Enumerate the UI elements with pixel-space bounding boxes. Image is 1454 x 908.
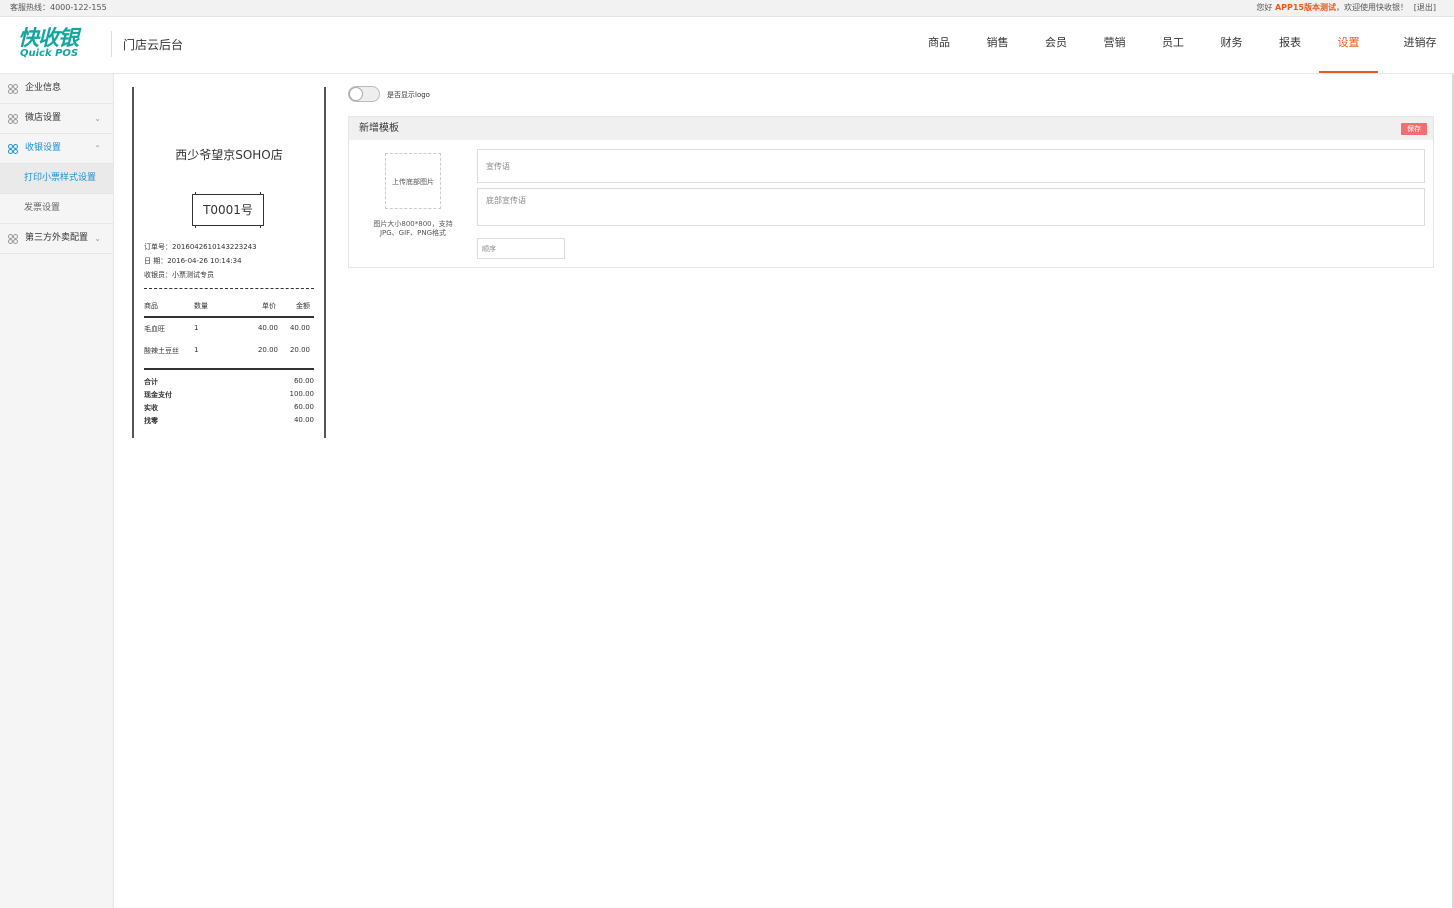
- receipt-table-number: T0001号: [192, 192, 264, 228]
- toggle-knob: [349, 87, 363, 101]
- sidebar: 企业信息 微店设置 ⌄ 收银设置 ⌃ 打印小票样式设置 发票设置 第三方外卖配置…: [0, 74, 114, 908]
- panel-title: 新增模板: [359, 123, 399, 134]
- panel-header: 新增模板: [349, 117, 1433, 140]
- receipt-header-qty: 数量: [194, 302, 208, 310]
- sidebar-item-company-info[interactable]: 企业信息: [0, 74, 113, 104]
- sidebar-item-label: 第三方外卖配置: [25, 233, 89, 243]
- hotline-label: 客服热线：: [10, 3, 50, 12]
- main-nav: 商品 销售 会员 营销 员工 财务 报表 设置 进销存: [910, 17, 1454, 73]
- nav-item-staff[interactable]: 员工: [1144, 17, 1202, 73]
- grid-icon: [8, 84, 18, 94]
- header: 快收银 Quick POS 门店云后台 商品 销售 会员 营销 员工 财务 报表…: [0, 17, 1454, 74]
- receipt-row-item: 毛血旺: [144, 325, 165, 333]
- receipt-total-value: 40.00: [293, 416, 314, 424]
- receipt-rule: [144, 368, 314, 370]
- grid-icon: [8, 144, 18, 154]
- receipt-cashier: 收银员：小票测试专员: [144, 271, 214, 279]
- receipt-date: 日 期：2016-04-26 10:14:34: [144, 257, 242, 265]
- receipt-preview: 西少爷望京SOHO店 T0001号 订单号：201604261014322324…: [132, 87, 326, 438]
- receipt-total-label: 现金支付: [144, 391, 172, 399]
- nav-item-sales[interactable]: 销售: [968, 17, 1027, 73]
- receipt-row-price: 20.00: [257, 346, 278, 354]
- receipt-total-label: 找零: [144, 417, 158, 425]
- receipt-order-no: 订单号：2016042610143223243: [144, 243, 257, 251]
- nav-gap: [1378, 17, 1386, 73]
- nav-item-inventory[interactable]: 进销存: [1386, 17, 1454, 73]
- sidebar-subitem-invoice[interactable]: 发票设置: [0, 194, 113, 224]
- upload-hint-line2: JPG、GIF、PNG格式: [379, 229, 447, 237]
- nav-item-members[interactable]: 会员: [1027, 17, 1085, 73]
- save-button[interactable]: 保存: [1401, 123, 1427, 135]
- receipt-total-value: 60.00: [293, 377, 314, 385]
- nav-item-marketing[interactable]: 营销: [1085, 17, 1144, 73]
- hotline: 客服热线：4000-122-155: [10, 0, 107, 16]
- sidebar-item-takeout-config[interactable]: 第三方外卖配置 ⌄: [0, 224, 113, 254]
- top-info-bar: 客服热线：4000-122-155 您好 APP15版本测试，欢迎使用快收银！ …: [0, 0, 1454, 17]
- receipt-row-amount: 40.00: [289, 324, 310, 332]
- show-logo-label: 是否显示logo: [387, 91, 430, 99]
- grid-icon: [8, 234, 18, 244]
- receipt-row-qty: 1: [194, 346, 199, 354]
- logo[interactable]: 快收银 Quick POS: [18, 27, 108, 67]
- receipt-dashed-divider: [144, 288, 314, 289]
- hotline-number: 4000-122-155: [50, 3, 107, 12]
- show-logo-toggle[interactable]: [348, 86, 380, 102]
- slogan-input[interactable]: [477, 149, 1425, 183]
- sidebar-item-cashier-settings[interactable]: 收银设置 ⌃: [0, 134, 113, 164]
- sidebar-item-label: 微店设置: [25, 113, 62, 123]
- receipt-total-value: 60.00: [293, 403, 314, 411]
- order-input[interactable]: [477, 238, 565, 259]
- receipt-header-price: 单价: [262, 302, 276, 310]
- greeting: 您好 APP15版本测试，欢迎使用快收银！: [1256, 0, 1408, 16]
- receipt-row-price: 40.00: [257, 324, 278, 332]
- page-title: 门店云后台: [123, 38, 184, 52]
- nav-item-settings[interactable]: 设置: [1319, 17, 1378, 73]
- sidebar-subitem-receipt-style[interactable]: 打印小票样式设置: [0, 164, 113, 194]
- greeting-prefix: 您好: [1256, 3, 1275, 12]
- receipt-row-amount: 20.00: [289, 346, 310, 354]
- upload-hint-line1: 图片大小800*800，支持: [373, 220, 453, 228]
- receipt-total-label: 实收: [144, 404, 158, 412]
- bottom-slogan-input[interactable]: [477, 188, 1425, 226]
- nav-item-products[interactable]: 商品: [910, 17, 968, 73]
- sidebar-item-label: 企业信息: [25, 83, 62, 93]
- user-name: APP15版本测试: [1274, 3, 1336, 12]
- new-template-panel: 新增模板 保存 上传底部图片 图片大小800*800，支持 JPG、GIF、PN…: [348, 116, 1434, 268]
- receipt-header-amount: 金额: [296, 302, 310, 310]
- chevron-down-icon: ⌄: [94, 234, 101, 243]
- receipt-row-qty: 1: [194, 324, 199, 332]
- upload-bottom-image-button[interactable]: 上传底部图片: [385, 153, 441, 209]
- nav-item-reports[interactable]: 报表: [1261, 17, 1319, 73]
- receipt-header-item: 商品: [144, 302, 158, 310]
- greeting-suffix: ，欢迎使用快收银！: [1336, 3, 1408, 12]
- sidebar-item-label: 收银设置: [25, 143, 62, 153]
- chevron-up-icon: ⌃: [94, 144, 101, 153]
- receipt-row-item: 酸辣土豆丝: [144, 347, 179, 355]
- receipt-total-label: 合计: [144, 378, 158, 386]
- logout-link[interactable]: [退出]: [1414, 0, 1436, 16]
- logo-en: Quick POS: [20, 48, 79, 59]
- sidebar-item-microstore[interactable]: 微店设置 ⌄: [0, 104, 113, 134]
- receipt-rule: [144, 316, 314, 318]
- grid-icon: [8, 114, 18, 124]
- nav-item-finance[interactable]: 财务: [1202, 17, 1261, 73]
- logo-cn: 快收银: [18, 26, 79, 50]
- header-divider: [111, 31, 112, 57]
- receipt-store-name: 西少爷望京SOHO店: [175, 148, 283, 162]
- receipt-total-value: 100.00: [289, 390, 315, 398]
- chevron-down-icon: ⌄: [94, 114, 101, 123]
- upload-hint: 图片大小800*800，支持 JPG、GIF、PNG格式: [367, 220, 459, 238]
